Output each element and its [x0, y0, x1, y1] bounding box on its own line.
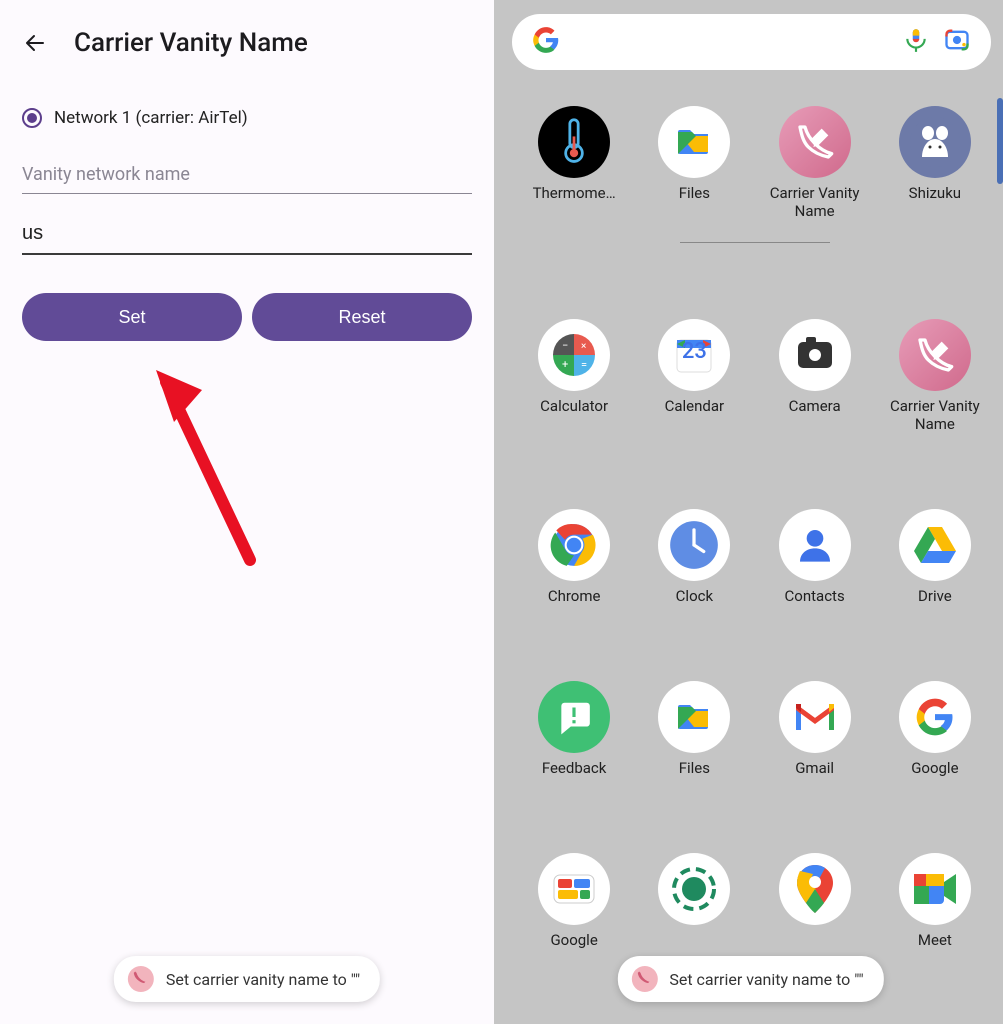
app-contacts[interactable]: Contacts — [755, 509, 875, 605]
network-radio[interactable]: Network 1 (carrier: AirTel) — [22, 108, 472, 128]
app-label: Google — [911, 759, 958, 777]
toast-text: Set carrier vanity name to "" — [166, 970, 360, 989]
app-label: Meet — [918, 931, 952, 949]
phone-edit-icon — [128, 966, 154, 992]
set-button[interactable]: Set — [22, 293, 242, 341]
app-label: Carrier Vanity Name — [880, 397, 990, 433]
svg-text:+: + — [562, 358, 568, 371]
svg-text:−: − — [562, 339, 568, 352]
app-google[interactable]: Google — [875, 681, 995, 777]
svg-text:×: × — [581, 341, 586, 352]
app-files[interactable]: Files — [634, 106, 754, 220]
app-calculator[interactable]: − × = + Calculator — [514, 319, 634, 433]
button-row: Set Reset — [22, 293, 472, 341]
app-label: Clock — [676, 587, 713, 605]
carrier-vanity-screen: Carrier Vanity Name Network 1 (carrier: … — [0, 0, 498, 1024]
app-cvn2[interactable]: Carrier Vanity Name — [875, 319, 995, 433]
vanity-name-label-field: Vanity network name — [22, 164, 472, 194]
app-label: Feedback — [542, 759, 607, 777]
toast-text-right: Set carrier vanity name to "" — [669, 970, 863, 989]
app-label: Thermome… — [533, 184, 616, 202]
app-camera[interactable]: Camera — [755, 319, 875, 433]
back-icon[interactable] — [22, 30, 48, 56]
reset-button[interactable]: Reset — [252, 293, 472, 341]
divider — [680, 242, 830, 243]
app-label: Files — [679, 184, 710, 202]
app-label: Camera — [789, 397, 841, 415]
app-label: Google — [550, 931, 597, 949]
app-clock[interactable]: Clock — [634, 509, 754, 605]
phone-edit-icon — [631, 966, 657, 992]
vanity-name-input-wrap — [22, 218, 472, 255]
radio-label: Network 1 (carrier: AirTel) — [54, 108, 248, 128]
page-title: Carrier Vanity Name — [74, 28, 308, 58]
toast-notification-right: Set carrier vanity name to "" — [617, 956, 883, 1002]
app-lens2[interactable] — [634, 853, 754, 949]
app-grid: Thermome… Files Carrier Vanity Name Shizuku… — [512, 106, 997, 949]
app-maps[interactable] — [755, 853, 875, 949]
google-g-icon — [532, 26, 560, 58]
app-header: Carrier Vanity Name — [22, 28, 472, 58]
app-meet[interactable]: Meet — [875, 853, 995, 949]
app-cvn[interactable]: Carrier Vanity Name — [755, 106, 875, 220]
toast-notification: Set carrier vanity name to "" — [114, 956, 380, 1002]
scrollbar[interactable] — [997, 98, 1003, 184]
app-label: Calculator — [540, 397, 608, 415]
search-bar[interactable] — [512, 14, 991, 70]
app-shizuku[interactable]: Shizuku — [875, 106, 995, 220]
annotation-arrow-icon — [150, 370, 270, 570]
app-drawer-screen: Thermome… Files Carrier Vanity Name Shizuku… — [498, 0, 1003, 1024]
app-label: Shizuku — [909, 184, 961, 202]
app-label: Drive — [918, 587, 952, 605]
app-gmail[interactable]: Gmail — [755, 681, 875, 777]
app-files2[interactable]: Files — [634, 681, 754, 777]
app-chrome[interactable]: Chrome — [514, 509, 634, 605]
app-label: Calendar — [665, 397, 725, 415]
svg-text:=: = — [581, 358, 587, 371]
app-thermometer[interactable]: Thermome… — [514, 106, 634, 220]
mic-icon[interactable] — [903, 27, 929, 57]
input-placeholder-label: Vanity network name — [22, 164, 472, 193]
lens-icon[interactable] — [943, 26, 971, 58]
app-calendar[interactable]: 23Calendar — [634, 319, 754, 433]
app-label: Files — [679, 759, 710, 777]
app-label: Carrier Vanity Name — [760, 184, 870, 220]
vanity-name-input[interactable] — [22, 218, 472, 255]
app-label: Chrome — [548, 587, 601, 605]
app-googletv[interactable]: Google — [514, 853, 634, 949]
app-feedback[interactable]: Feedback — [514, 681, 634, 777]
app-label: Contacts — [785, 587, 845, 605]
app-label: Gmail — [795, 759, 834, 777]
app-drive[interactable]: Drive — [875, 509, 995, 605]
radio-icon — [22, 108, 42, 128]
